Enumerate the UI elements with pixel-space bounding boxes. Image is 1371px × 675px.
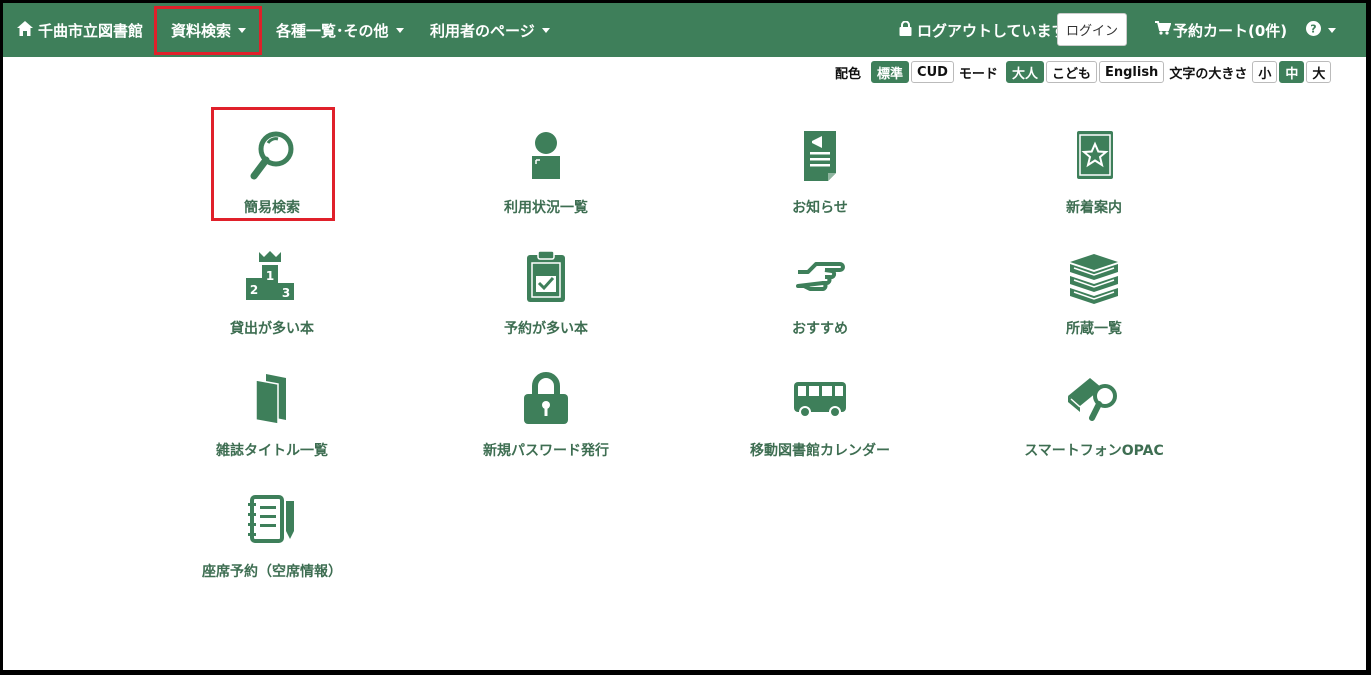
tile-recommended[interactable]: おすすめ <box>700 250 940 350</box>
color-scheme-label: 配色 <box>835 66 862 82</box>
svg-text:3: 3 <box>282 286 290 300</box>
lock-icon <box>899 20 912 40</box>
padlock-icon <box>518 372 574 428</box>
tile-label: スマートフォンOPAC <box>1024 443 1164 459</box>
help-menu[interactable]: ? <box>1306 3 1336 57</box>
size-option-large[interactable]: 大 <box>1306 61 1332 83</box>
tile-most-borrowed[interactable]: 12 3 貸出が多い本 <box>152 250 392 350</box>
tile-smartphone-opac[interactable]: スマートフォンOPAC <box>974 372 1214 472</box>
book-stack-icon <box>1066 250 1122 306</box>
tile-label: 利用状況一覧 <box>504 200 588 216</box>
menu-lists-label: 各種一覧･その他 <box>276 21 389 40</box>
cart-link[interactable]: 予約カート(0件) <box>1155 3 1287 57</box>
tile-seat-reservation[interactable]: 座席予約（空席情報） <box>152 493 392 593</box>
menu-user[interactable]: 利用者のページ <box>430 3 550 57</box>
chevron-down-icon <box>395 27 404 33</box>
display-settings: 配色 標準 CUD モード 大人 こども English 文字の大きさ 小 中 … <box>831 60 1332 84</box>
color-option-cud[interactable]: CUD <box>911 61 954 83</box>
notice-document-icon <box>792 129 848 185</box>
font-size-label: 文字の大きさ <box>1169 66 1248 82</box>
color-option-standard[interactable]: 標準 <box>871 61 910 83</box>
login-button[interactable]: ログイン <box>1057 13 1127 46</box>
question-circle-icon: ? <box>1306 20 1321 40</box>
book-search-icon <box>1066 372 1122 428</box>
tile-holdings-list[interactable]: 所蔵一覧 <box>974 250 1214 350</box>
home-link[interactable]: 千曲市立図書館 <box>17 3 143 57</box>
navbar: 千曲市立図書館 資料検索 各種一覧･その他 利用者のページ ログアウトしています… <box>3 3 1366 57</box>
mode-option-adult[interactable]: 大人 <box>1005 61 1044 83</box>
notebook-pen-icon <box>244 493 300 549</box>
highlight-box-menu-search <box>154 6 262 55</box>
logout-status-label: ログアウトしています <box>917 21 1067 40</box>
tile-magazine-titles[interactable]: 雑誌タイトル一覧 <box>152 372 392 472</box>
tile-mobile-library-calendar[interactable]: 移動図書館カレンダー <box>700 372 940 472</box>
bus-icon <box>792 372 848 428</box>
tile-usage-status[interactable]: 利用状況一覧 <box>426 129 666 229</box>
home-icon <box>17 20 33 40</box>
tile-label: おすすめ <box>792 321 848 337</box>
tile-most-reserved[interactable]: 予約が多い本 <box>426 250 666 350</box>
svg-text:?: ? <box>1310 22 1316 35</box>
mode-label: モード <box>958 66 998 82</box>
svg-text:1: 1 <box>266 269 274 283</box>
menu-lists[interactable]: 各種一覧･その他 <box>276 3 404 57</box>
tile-label: 所蔵一覧 <box>1066 321 1122 337</box>
user-icon <box>518 129 574 185</box>
size-option-small[interactable]: 小 <box>1252 61 1278 83</box>
star-book-icon <box>1066 129 1122 185</box>
tile-new-arrivals[interactable]: 新着案内 <box>974 129 1214 229</box>
page: 千曲市立図書館 資料検索 各種一覧･その他 利用者のページ ログアウトしています… <box>3 3 1366 670</box>
tile-notices[interactable]: お知らせ <box>700 129 940 229</box>
tile-label: 雑誌タイトル一覧 <box>216 443 328 459</box>
cart-label: 予約カート(0件) <box>1173 21 1288 40</box>
pointing-hand-icon <box>792 250 848 306</box>
clipboard-check-icon <box>518 250 574 306</box>
tile-label: 貸出が多い本 <box>230 321 314 337</box>
tile-label: お知らせ <box>792 200 848 216</box>
cart-icon <box>1155 21 1172 39</box>
chevron-down-icon <box>1328 27 1336 33</box>
ranking-podium-icon: 12 3 <box>244 250 300 306</box>
tile-label: 予約が多い本 <box>504 321 588 337</box>
mode-option-kids[interactable]: こども <box>1045 61 1097 83</box>
tile-label: 移動図書館カレンダー <box>750 443 890 459</box>
home-label: 千曲市立図書館 <box>38 21 144 40</box>
logout-status: ログアウトしています <box>899 3 1067 57</box>
tile-new-password[interactable]: 新規パスワード発行 <box>426 372 666 472</box>
highlight-box-simple-search <box>211 107 335 221</box>
tile-label: 新着案内 <box>1066 200 1122 216</box>
tile-label: 座席予約（空席情報） <box>202 564 342 580</box>
mode-option-english[interactable]: English <box>1098 61 1165 83</box>
size-option-medium[interactable]: 中 <box>1279 61 1305 83</box>
tile-label: 新規パスワード発行 <box>483 443 609 459</box>
chevron-down-icon <box>541 27 550 33</box>
svg-text:2: 2 <box>250 283 258 297</box>
menu-user-label: 利用者のページ <box>430 21 535 40</box>
magazine-icon <box>244 372 300 428</box>
